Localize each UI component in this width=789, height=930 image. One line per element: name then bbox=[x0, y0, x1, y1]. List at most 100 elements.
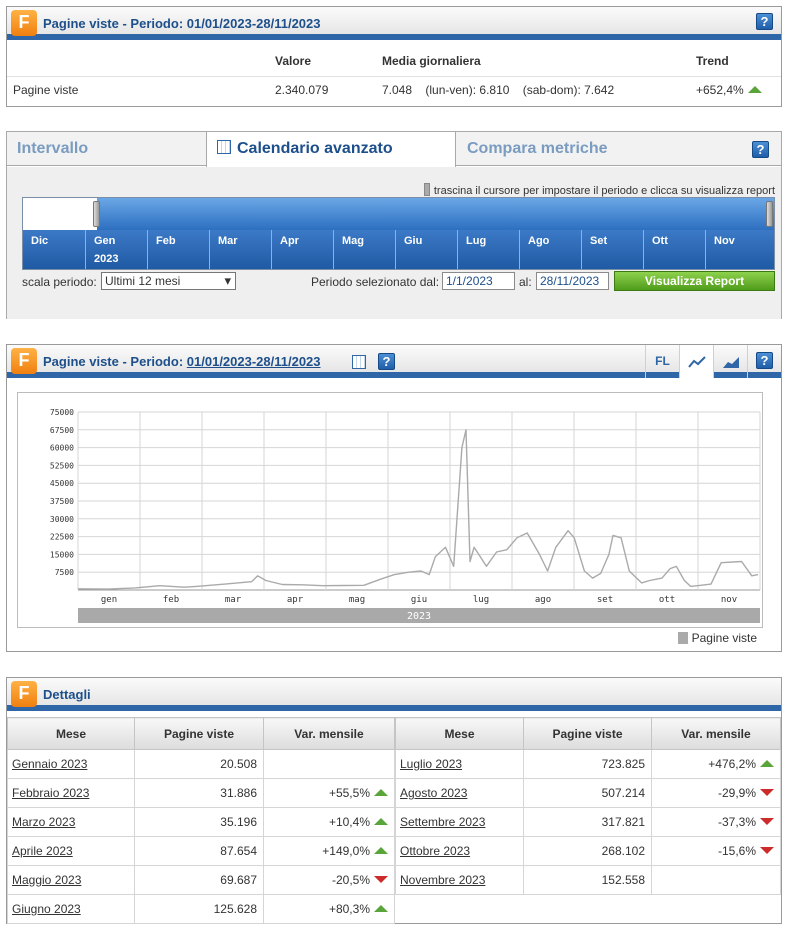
timeline-slider[interactable]: Dic Gen 2023 Feb Mar Apr Mag Giu Lug Ago … bbox=[22, 197, 775, 270]
y-tick-label: 75000 bbox=[50, 408, 74, 417]
y-tick-label: 7500 bbox=[55, 568, 74, 577]
cell-var-mensile: -20,5% bbox=[263, 865, 395, 895]
table-row: Maggio 2023 69.687 -20,5% bbox=[7, 865, 395, 895]
timeline-start-handle[interactable] bbox=[93, 201, 100, 227]
timeline-month: Gen 2023 bbox=[85, 230, 147, 269]
cell-var-mensile: -29,9% bbox=[651, 778, 781, 808]
timeline-month: Mar bbox=[209, 230, 271, 269]
chart-period-link[interactable]: 01/01/2023-28/11/2023 bbox=[187, 354, 321, 369]
cell-mese: Settembre 2023 bbox=[395, 807, 524, 837]
cell-var-mensile: +149,0% bbox=[263, 836, 395, 866]
month-link[interactable]: Febbraio 2023 bbox=[12, 786, 89, 800]
calendar-icon bbox=[217, 140, 231, 154]
x-tick-label: set bbox=[597, 595, 613, 605]
legend-swatch bbox=[677, 632, 688, 644]
drag-hint: trascina il cursore per impostare il per… bbox=[424, 183, 775, 197]
tab-compara-metriche[interactable]: Compara metriche bbox=[467, 132, 608, 166]
chart-panel: Pagine viste - Periodo: 01/01/2023-28/11… bbox=[6, 344, 782, 652]
app-logo-icon bbox=[11, 348, 37, 374]
help-button[interactable]: ? bbox=[747, 345, 781, 378]
trend-up-icon bbox=[747, 85, 762, 93]
area-chart-button[interactable] bbox=[713, 345, 747, 378]
y-tick-label: 30000 bbox=[50, 515, 74, 524]
table-row: Giugno 2023 125.628 +80,3% bbox=[7, 894, 395, 924]
app-logo-icon bbox=[11, 681, 37, 707]
media-weekend: (sab-dom): 7.642 bbox=[522, 82, 615, 97]
table-row: Settembre 2023 317.821 -37,3% bbox=[395, 807, 781, 837]
table-row: Gennaio 2023 20.508 bbox=[7, 749, 395, 779]
x-tick-label: ott bbox=[659, 595, 675, 605]
line-chart-button[interactable] bbox=[679, 345, 713, 378]
var-value: -20,5% bbox=[331, 873, 370, 887]
row-trend: +652,4% bbox=[696, 75, 781, 103]
cell-mese: Aprile 2023 bbox=[7, 836, 135, 866]
cell-mese: Gennaio 2023 bbox=[7, 749, 135, 779]
col-mese: Mese bbox=[395, 717, 524, 750]
x-tick-label: lug bbox=[473, 595, 489, 605]
x-tick-label: nov bbox=[721, 595, 737, 605]
tab-intervallo[interactable]: Intervallo bbox=[17, 132, 88, 166]
var-value: +10,4% bbox=[328, 815, 370, 829]
help-icon[interactable]: ? bbox=[756, 13, 773, 30]
trend-up-icon bbox=[374, 847, 388, 854]
month-link[interactable]: Maggio 2023 bbox=[12, 873, 81, 887]
tab-label: Calendario avanzato bbox=[237, 140, 393, 157]
media-weekday: (lun-ven): 6.810 bbox=[425, 82, 510, 97]
month-link[interactable]: Giugno 2023 bbox=[12, 902, 81, 916]
cell-var-mensile: +10,4% bbox=[263, 807, 395, 837]
month-link[interactable]: Gennaio 2023 bbox=[12, 757, 87, 771]
x-tick-label: feb bbox=[163, 595, 179, 605]
help-icon[interactable]: ? bbox=[752, 141, 769, 158]
help-icon: ? bbox=[756, 352, 773, 369]
cell-var-mensile bbox=[263, 749, 395, 779]
summary-title: Pagine viste - Periodo: 01/01/2023-28/11… bbox=[43, 16, 321, 31]
y-tick-label: 37500 bbox=[50, 497, 74, 506]
cell-pagine-viste: 152.558 bbox=[523, 865, 652, 895]
line-chart-icon bbox=[687, 356, 706, 368]
date-from-input[interactable]: 1/1/2023 bbox=[442, 272, 515, 290]
calendar-icon[interactable] bbox=[352, 355, 366, 369]
cell-mese: Novembre 2023 bbox=[395, 865, 524, 895]
timeline-month: Dic bbox=[31, 235, 49, 247]
cell-var-mensile: -15,6% bbox=[651, 836, 781, 866]
timeline-year: 2023 bbox=[94, 253, 119, 265]
cell-mese: Marzo 2023 bbox=[7, 807, 135, 837]
summary-header: Pagine viste - Periodo: 01/01/2023-28/11… bbox=[7, 7, 781, 40]
timeline-range[interactable] bbox=[23, 198, 774, 230]
cell-pagine-viste: 87.654 bbox=[134, 836, 264, 866]
cell-pagine-viste: 20.508 bbox=[134, 749, 264, 779]
series-line-pagine-viste bbox=[77, 429, 759, 590]
var-value: -37,3% bbox=[717, 815, 756, 829]
scale-select[interactable]: Ultimi 12 mesi bbox=[101, 272, 236, 290]
date-to-input[interactable]: 28/11/2023 bbox=[536, 272, 609, 290]
trend-down-icon bbox=[374, 876, 388, 883]
period-label: Periodo selezionato dal: bbox=[311, 275, 440, 289]
visualizza-report-button[interactable]: Visualizza Report bbox=[614, 271, 775, 291]
col-mese: Mese bbox=[7, 717, 135, 750]
month-link[interactable]: Ottobre 2023 bbox=[400, 844, 470, 858]
table-row: Marzo 2023 35.196 +10,4% bbox=[7, 807, 395, 837]
chart-title: Pagine viste - Periodo: 01/01/2023-28/11… bbox=[43, 354, 321, 369]
trend-down-icon bbox=[760, 789, 774, 796]
trend-value: +652,4% bbox=[696, 82, 744, 97]
month-link[interactable]: Luglio 2023 bbox=[400, 757, 462, 771]
help-icon[interactable]: ? bbox=[378, 353, 395, 370]
month-link[interactable]: Marzo 2023 bbox=[12, 815, 75, 829]
summary-table: Valore Media giornaliera Trend Pagine vi… bbox=[7, 46, 781, 103]
month-link[interactable]: Aprile 2023 bbox=[12, 844, 73, 858]
col-pagine-viste: Pagine viste bbox=[523, 717, 652, 750]
x-tick-label: ago bbox=[535, 595, 551, 605]
cell-pagine-viste: 35.196 bbox=[134, 807, 264, 837]
details-title: Dettagli bbox=[43, 687, 91, 702]
timeline-end-handle[interactable] bbox=[766, 201, 773, 227]
fl-button[interactable]: FL bbox=[645, 345, 679, 378]
month-link[interactable]: Agosto 2023 bbox=[400, 786, 467, 800]
var-value: +55,5% bbox=[328, 786, 370, 800]
calendar-panel: Intervallo Calendario avanzato Compara m… bbox=[6, 131, 782, 319]
tab-calendario-avanzato[interactable]: Calendario avanzato bbox=[206, 132, 456, 167]
chart-title-prefix: Pagine viste - Periodo: bbox=[43, 354, 184, 369]
month-link[interactable]: Settembre 2023 bbox=[400, 815, 485, 829]
var-value: +80,3% bbox=[328, 902, 370, 916]
col-pagine-viste: Pagine viste bbox=[134, 717, 264, 750]
month-link[interactable]: Novembre 2023 bbox=[400, 873, 485, 887]
